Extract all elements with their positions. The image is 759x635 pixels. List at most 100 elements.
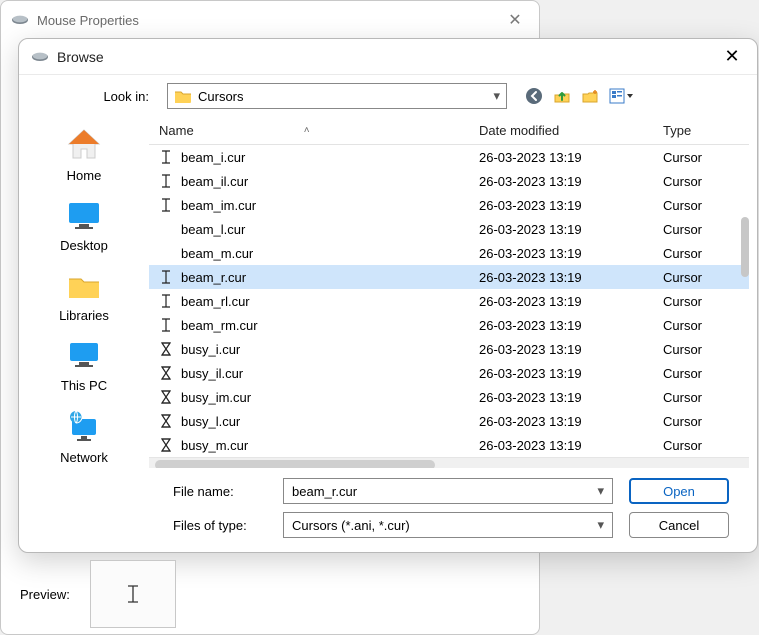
file-date: 26-03-2023 13:19: [479, 150, 659, 165]
file-row[interactable]: beam_l.cur 26-03-2023 13:19Cursor: [149, 217, 749, 241]
lookin-row: Look in: Cursors ▾: [19, 75, 757, 117]
file-type: Cursor: [659, 294, 749, 309]
dialog-title: Browse: [57, 49, 719, 65]
file-name: beam_rl.cur: [181, 294, 250, 309]
sort-caret-icon: ˄: [304, 125, 310, 136]
file-type: Cursor: [659, 414, 749, 429]
file-date: 26-03-2023 13:19: [479, 270, 659, 285]
file-name: beam_m.cur: [181, 246, 253, 261]
lookin-label: Look in:: [19, 89, 159, 104]
file-row[interactable]: beam_im.cur 26-03-2023 13:19Cursor: [149, 193, 749, 217]
file-date: 26-03-2023 13:19: [479, 294, 659, 309]
place-desktop[interactable]: Desktop: [34, 195, 134, 263]
file-date: 26-03-2023 13:19: [479, 222, 659, 237]
file-name: busy_m.cur: [181, 438, 248, 453]
dialog-close-button[interactable]: ✕: [719, 46, 745, 67]
file-date: 26-03-2023 13:19: [479, 366, 659, 381]
file-type: Cursor: [659, 318, 749, 333]
preview-strip: Preview:: [20, 560, 176, 628]
file-row[interactable]: beam_rm.cur 26-03-2023 13:19Cursor: [149, 313, 749, 337]
file-name: beam_im.cur: [181, 198, 256, 213]
place-label: Network: [34, 450, 134, 465]
file-date: 26-03-2023 13:19: [479, 198, 659, 213]
horizontal-scrollbar[interactable]: [149, 457, 749, 468]
filename-label: File name:: [149, 484, 269, 499]
file-row[interactable]: busy_im.cur 26-03-2023 13:19Cursor: [149, 385, 749, 409]
lookin-combo[interactable]: Cursors ▾: [167, 83, 507, 109]
place-network[interactable]: Network: [34, 405, 134, 475]
file-row[interactable]: beam_m.cur26-03-2023 13:19Cursor: [149, 241, 749, 265]
file-rows: beam_i.cur26-03-2023 13:19Cursorbeam_il.…: [149, 145, 749, 457]
file-row[interactable]: busy_m.cur 26-03-2023 13:19Cursor: [149, 433, 749, 457]
file-type: Cursor: [659, 222, 749, 237]
dialog-disc-icon: [31, 51, 49, 63]
file-row[interactable]: beam_i.cur 26-03-2023 13:19Cursor: [149, 145, 749, 169]
open-button[interactable]: Open: [629, 478, 729, 504]
place-libraries[interactable]: Libraries: [34, 265, 134, 333]
file-row[interactable]: busy_l.cur 26-03-2023 13:19Cursor: [149, 409, 749, 433]
file-date: 26-03-2023 13:19: [479, 438, 659, 453]
file-name: busy_l.cur: [181, 414, 240, 429]
file-type: Cursor: [659, 198, 749, 213]
place-home[interactable]: Home: [34, 123, 134, 193]
file-name: busy_il.cur: [181, 366, 243, 381]
lookin-value: Cursors: [198, 89, 244, 104]
col-type-header[interactable]: Type: [659, 123, 749, 138]
file-date: 26-03-2023 13:19: [479, 174, 659, 189]
file-row[interactable]: busy_i.cur26-03-2023 13:19Cursor: [149, 337, 749, 361]
place-label: Home: [34, 168, 134, 183]
ibeam-icon: [159, 294, 173, 308]
file-type: Cursor: [659, 342, 749, 357]
up-icon[interactable]: [553, 87, 571, 105]
file-date: 26-03-2023 13:19: [479, 318, 659, 333]
file-type: Cursor: [659, 174, 749, 189]
hourglass-icon: [159, 342, 173, 356]
file-name: beam_i.cur: [181, 150, 245, 165]
file-name: busy_i.cur: [181, 342, 240, 357]
new-folder-icon[interactable]: [581, 87, 599, 105]
file-name: beam_l.cur: [181, 222, 245, 237]
filetype-label: Files of type:: [149, 518, 269, 533]
list-header: Name ˄ Date modified Type: [149, 117, 749, 145]
preview-label: Preview:: [20, 587, 70, 602]
ibeam-icon: [159, 270, 173, 284]
app-disc-icon: [11, 14, 29, 26]
file-row[interactable]: beam_r.cur26-03-2023 13:19Cursor: [149, 265, 749, 289]
file-name: beam_r.cur: [181, 270, 246, 285]
filename-combo[interactable]: beam_r.cur ▾: [283, 478, 613, 504]
col-date-header[interactable]: Date modified: [479, 123, 659, 138]
col-name-header[interactable]: Name ˄: [149, 123, 479, 138]
parent-close-button[interactable]: ✕: [501, 10, 529, 30]
file-type: Cursor: [659, 390, 749, 405]
nav-buttons: [525, 87, 633, 105]
filetype-combo[interactable]: Cursors (*.ani, *.cur) ▾: [283, 512, 613, 538]
browse-dialog: Browse ✕ Look in: Cursors ▾ Home De: [18, 38, 758, 553]
cancel-button[interactable]: Cancel: [629, 512, 729, 538]
dialog-titlebar: Browse ✕: [19, 39, 757, 75]
ibeam-icon: [159, 318, 173, 332]
chevron-down-icon: ▾: [493, 88, 500, 104]
file-type: Cursor: [659, 438, 749, 453]
places-bar: Home Desktop Libraries This PC Network: [19, 117, 149, 552]
file-row[interactable]: busy_il.cur26-03-2023 13:19Cursor: [149, 361, 749, 385]
file-date: 26-03-2023 13:19: [479, 246, 659, 261]
vertical-scrollbar[interactable]: [741, 217, 749, 277]
file-date: 26-03-2023 13:19: [479, 414, 659, 429]
chevron-down-icon: ▾: [597, 517, 604, 533]
file-type: Cursor: [659, 150, 749, 165]
chevron-down-icon: ▾: [597, 483, 604, 499]
file-date: 26-03-2023 13:19: [479, 390, 659, 405]
filename-value: beam_r.cur: [292, 484, 357, 499]
preview-box: [90, 560, 176, 628]
file-row[interactable]: beam_il.cur 26-03-2023 13:19Cursor: [149, 169, 749, 193]
view-menu-icon[interactable]: [609, 87, 633, 105]
folder-icon: [174, 89, 192, 103]
place-thispc[interactable]: This PC: [34, 335, 134, 403]
hourglass-icon: [159, 390, 173, 404]
file-name: busy_im.cur: [181, 390, 251, 405]
place-label: Libraries: [34, 308, 134, 323]
file-name: beam_rm.cur: [181, 318, 258, 333]
back-icon[interactable]: [525, 87, 543, 105]
file-row[interactable]: beam_rl.cur 26-03-2023 13:19Cursor: [149, 289, 749, 313]
file-name: beam_il.cur: [181, 174, 248, 189]
